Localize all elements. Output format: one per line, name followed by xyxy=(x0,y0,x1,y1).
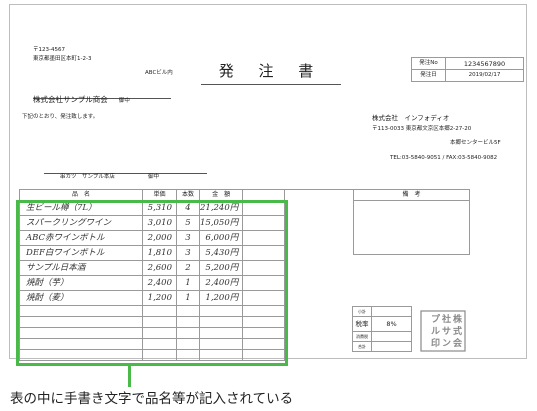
recipient-address: 東京都墨田区本町1-2-3 xyxy=(33,56,92,62)
subtotal-label: 小計 xyxy=(352,306,372,317)
order-no-label: 発注No xyxy=(411,57,446,70)
svg-text:会: 会 xyxy=(453,337,463,349)
svg-text:式: 式 xyxy=(453,325,462,337)
header-amount: 金 額 xyxy=(198,189,244,201)
totals-table: 小計 税率 8% 消費税 合計 xyxy=(352,306,412,352)
order-no-value: 1234567890 xyxy=(445,57,524,70)
delivery-name: 串カツ サンプル本店 xyxy=(60,174,115,180)
svg-text:ル: ル xyxy=(431,326,440,337)
intro-text: 下記のとおり、発注致します。 xyxy=(22,114,99,120)
tax-rate-value: 8% xyxy=(371,316,412,332)
recipient-line: 株式会社サンプル商会 御中 xyxy=(33,87,171,104)
svg-text:株: 株 xyxy=(453,313,463,325)
tax-rate-label: 税率 xyxy=(352,316,372,332)
order-date-label: 発注日 xyxy=(411,69,446,82)
subtotal-value xyxy=(371,306,412,317)
order-meta-table: 発注No 1234567890 発注日 2019/02/17 xyxy=(411,57,524,82)
delivery-honorific: 御中 xyxy=(147,174,159,180)
caption-text: 表の中に手書き文字で品名等が記入されている xyxy=(10,391,294,407)
item-table-header: 品 名 単価 本数 金 額 xyxy=(19,189,285,201)
total-value xyxy=(371,341,412,352)
total-label: 合計 xyxy=(352,341,372,352)
header-name: 品 名 xyxy=(19,189,143,201)
recipient-company: 株式会社サンプル商会 xyxy=(33,95,108,104)
sender-company: 株式会社 インフォディオ xyxy=(372,114,450,122)
sender-building: 本郷センタービル5F xyxy=(450,140,501,146)
header-qty: 本数 xyxy=(176,189,200,201)
company-seal-icon: 株 式 会 社 サ ン プ ル 印 xyxy=(420,310,466,352)
table-connector xyxy=(285,189,353,190)
tax-value xyxy=(371,331,412,342)
order-date-value: 2019/02/17 xyxy=(445,69,524,82)
sender-address: 〒113-0033 東京都文京区本郷2-27-20 xyxy=(372,126,472,132)
document-title: 発 注 書 xyxy=(218,62,324,80)
recipient-building: ABCビル内 xyxy=(145,70,173,76)
header-price: 単価 xyxy=(142,189,177,201)
remarks-table: 備 考 xyxy=(353,189,470,255)
svg-text:サ: サ xyxy=(442,326,451,337)
sender-contact: TEL:03-5840-9051 / FAX:03-5840-9082 xyxy=(390,155,498,161)
remarks-body xyxy=(353,200,470,255)
highlight-pointer xyxy=(128,363,131,387)
svg-text:社: 社 xyxy=(441,313,451,325)
title-block: 発 注 書 xyxy=(201,60,341,85)
tax-label: 消費税 xyxy=(352,331,372,342)
remarks-header: 備 考 xyxy=(353,189,470,201)
svg-text:プ: プ xyxy=(431,313,441,325)
recipient-postal: 〒123-4567 xyxy=(33,47,65,53)
svg-text:印: 印 xyxy=(431,337,440,349)
highlight-box xyxy=(16,200,288,366)
header-blank xyxy=(242,189,285,201)
recipient-honorific: 御中 xyxy=(118,98,130,104)
delivery-line: 串カツ サンプル本店 御中 xyxy=(44,163,207,180)
svg-text:ン: ン xyxy=(442,338,451,349)
